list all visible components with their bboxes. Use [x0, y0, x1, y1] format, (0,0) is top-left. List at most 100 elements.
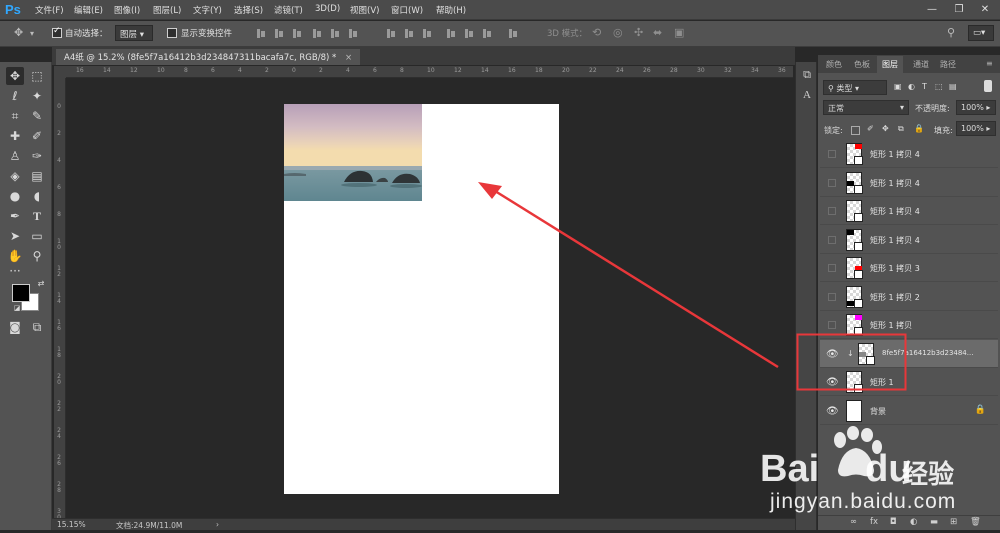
group-folder-icon[interactable]: ▬ — [930, 517, 938, 527]
filter-adjust-icon[interactable]: ◐ — [908, 82, 915, 91]
visibility-toggle[interactable] — [828, 235, 836, 244]
placed-photo-layer[interactable] — [284, 104, 422, 201]
align-right-icon[interactable] — [347, 28, 359, 39]
type-tool-icon[interactable]: T — [28, 207, 46, 225]
filter-toggle[interactable] — [984, 80, 992, 92]
distribute-vcenter-icon[interactable] — [403, 28, 415, 39]
eye-icon[interactable]: 👁 — [826, 349, 839, 359]
eraser-tool-icon[interactable]: ◈ — [6, 167, 24, 185]
filter-type-icon[interactable]: T — [922, 82, 927, 91]
move-tool-icon[interactable]: ✥ — [6, 67, 24, 85]
align-bottom-icon[interactable] — [291, 28, 303, 39]
character-panel-icon[interactable]: A — [800, 88, 814, 102]
history-brush-tool-icon[interactable]: ✑ — [28, 147, 46, 165]
visibility-toggle[interactable] — [828, 264, 836, 272]
layer-name[interactable]: 矩形 1 拷贝 4 — [870, 178, 920, 189]
close-tab-icon[interactable]: × — [345, 53, 352, 63]
layer-name[interactable]: 8fe5f7a16412b3d23484... — [882, 349, 973, 357]
3d-scale-icon[interactable]: ▣ — [674, 26, 684, 39]
menu-type[interactable]: 文字(Y) — [193, 4, 222, 16]
lock-position-icon[interactable]: ✥ — [882, 124, 889, 133]
zoom-level[interactable]: 15.15% — [57, 520, 86, 529]
layer-name[interactable]: 矩形 1 拷贝 — [870, 320, 912, 331]
menu-help[interactable]: 帮助(H) — [436, 4, 466, 16]
layer-row[interactable]: 矩形 1 拷贝 3 — [820, 254, 998, 282]
layer-row[interactable]: 矩形 1 拷贝 4 — [820, 197, 998, 225]
distribute-top-icon[interactable] — [385, 28, 397, 39]
layer-name[interactable]: 矩形 1 拷贝 3 — [870, 263, 920, 274]
screen-mode-icon[interactable]: ⧉ — [28, 318, 46, 336]
tab-layers[interactable]: 图层 — [877, 56, 903, 73]
new-layer-icon[interactable]: ⊞ — [950, 517, 957, 527]
quick-mask-icon[interactable]: ◙ — [6, 318, 24, 336]
layer-filter-dropdown[interactable]: ⚲ 类型 ▾ — [823, 80, 887, 95]
more-tools-icon[interactable]: ··· — [6, 262, 24, 280]
layer-row[interactable]: 矩形 1 拷贝 4 — [820, 168, 998, 197]
layer-row[interactable]: 矩形 1 拷贝 4 — [820, 140, 998, 168]
lock-icon[interactable]: 🔒 — [975, 405, 986, 415]
magic-wand-tool-icon[interactable]: ✦ — [28, 87, 46, 105]
fx-icon[interactable]: fx — [870, 517, 878, 527]
menu-3d[interactable]: 3D(D) — [315, 4, 340, 14]
filter-smart-icon[interactable]: ▤ — [949, 82, 957, 91]
layer-row[interactable]: 矩形 1 拷贝 2 — [820, 282, 998, 311]
lasso-tool-icon[interactable]: ℓ — [6, 87, 24, 105]
auto-select-target-dropdown[interactable]: 图层 ▾ — [115, 25, 153, 41]
horizontal-ruler[interactable]: 16 14 12 10 8 6 4 2 0 2 4 6 8 10 12 14 16 18 20 22 24 26 28 30 3… — [66, 66, 793, 78]
dodge-tool-icon[interactable]: ◖ — [28, 187, 46, 205]
align-hcenter-icon[interactable] — [329, 28, 341, 39]
layer-row[interactable]: 👁 背景 🔒 — [820, 396, 998, 425]
distribute-right-icon[interactable] — [481, 28, 493, 39]
filter-pixel-icon[interactable]: ▣ — [894, 82, 902, 91]
rectangle-tool-icon[interactable]: ▭ — [28, 227, 46, 245]
clone-stamp-tool-icon[interactable]: ♙ — [6, 147, 24, 165]
layer-row[interactable]: 👁 矩形 1 — [820, 368, 998, 396]
layer-row[interactable]: 矩形 1 拷贝 4 — [820, 225, 998, 254]
marquee-tool-icon[interactable]: ⬚ — [28, 67, 46, 85]
layer-row[interactable]: 👁 ↓ 8fe5f7a16412b3d23484... — [820, 339, 998, 368]
3d-roll-icon[interactable]: ◎ — [613, 26, 623, 39]
align-left-icon[interactable] — [311, 28, 323, 39]
minimize-icon[interactable]: — — [925, 3, 939, 16]
workspace-switcher-icon[interactable]: ▭▾ — [968, 25, 994, 41]
menu-window[interactable]: 窗口(W) — [391, 4, 423, 16]
layer-name[interactable]: 矩形 1 拷贝 4 — [870, 206, 920, 217]
lock-pixels-icon[interactable]: ✐ — [867, 124, 874, 133]
layer-name[interactable]: 矩形 1 — [870, 377, 894, 388]
zoom-tool-icon[interactable]: ⚲ — [28, 247, 46, 265]
lock-transparent-icon[interactable] — [851, 126, 860, 135]
link-icon[interactable]: ∞ — [850, 517, 857, 527]
visibility-toggle[interactable] — [828, 207, 836, 215]
search-icon[interactable]: ⚲ — [947, 26, 955, 39]
document-tab[interactable]: A4纸 @ 15.2% (8fe5f7a16412b3d234847311bac… — [56, 49, 361, 65]
healing-brush-tool-icon[interactable]: ✚ — [6, 127, 24, 145]
menu-image[interactable]: 图像(I) — [114, 4, 140, 16]
tab-swatches[interactable]: 色板 — [854, 59, 870, 70]
auto-select-checkbox[interactable] — [52, 26, 62, 38]
layer-name[interactable]: 矩形 1 拷贝 2 — [870, 292, 920, 303]
layer-name[interactable]: 矩形 1 拷贝 4 — [870, 149, 920, 160]
foreground-color-swatch[interactable] — [12, 284, 30, 302]
pen-tool-icon[interactable]: ✒ — [6, 207, 24, 225]
layer-row[interactable]: 矩形 1 拷贝 — [820, 311, 998, 339]
panel-menu-icon[interactable]: ≡ — [986, 59, 993, 68]
3d-slide-icon[interactable]: ⬌ — [653, 26, 662, 39]
3d-rotate-icon[interactable]: ⟲ — [592, 26, 601, 39]
layer-name[interactable]: 背景 — [870, 406, 886, 417]
eye-icon[interactable]: 👁 — [826, 378, 839, 388]
blur-tool-icon[interactable]: ● — [6, 187, 24, 205]
blend-mode-dropdown[interactable]: 正常 ▾ — [823, 100, 909, 115]
brush-tool-icon[interactable]: ✐ — [28, 127, 46, 145]
chevron-down-icon[interactable]: ▾ — [30, 29, 34, 38]
tab-color[interactable]: 颜色 — [826, 59, 842, 70]
menu-file[interactable]: 文件(F) — [35, 4, 64, 16]
layer-thumbnail[interactable] — [846, 399, 862, 422]
menu-edit[interactable]: 编辑(E) — [74, 4, 103, 16]
menu-layer[interactable]: 图层(L) — [153, 4, 181, 16]
vertical-ruler[interactable]: 024681012141618202224262830 — [54, 78, 66, 521]
eyedropper-tool-icon[interactable]: ✎ — [28, 107, 46, 125]
crop-tool-icon[interactable]: ⌗ — [6, 107, 24, 125]
mask-icon[interactable]: ◘ — [890, 517, 897, 527]
menu-select[interactable]: 选择(S) — [234, 4, 263, 16]
menu-view[interactable]: 视图(V) — [350, 4, 379, 16]
